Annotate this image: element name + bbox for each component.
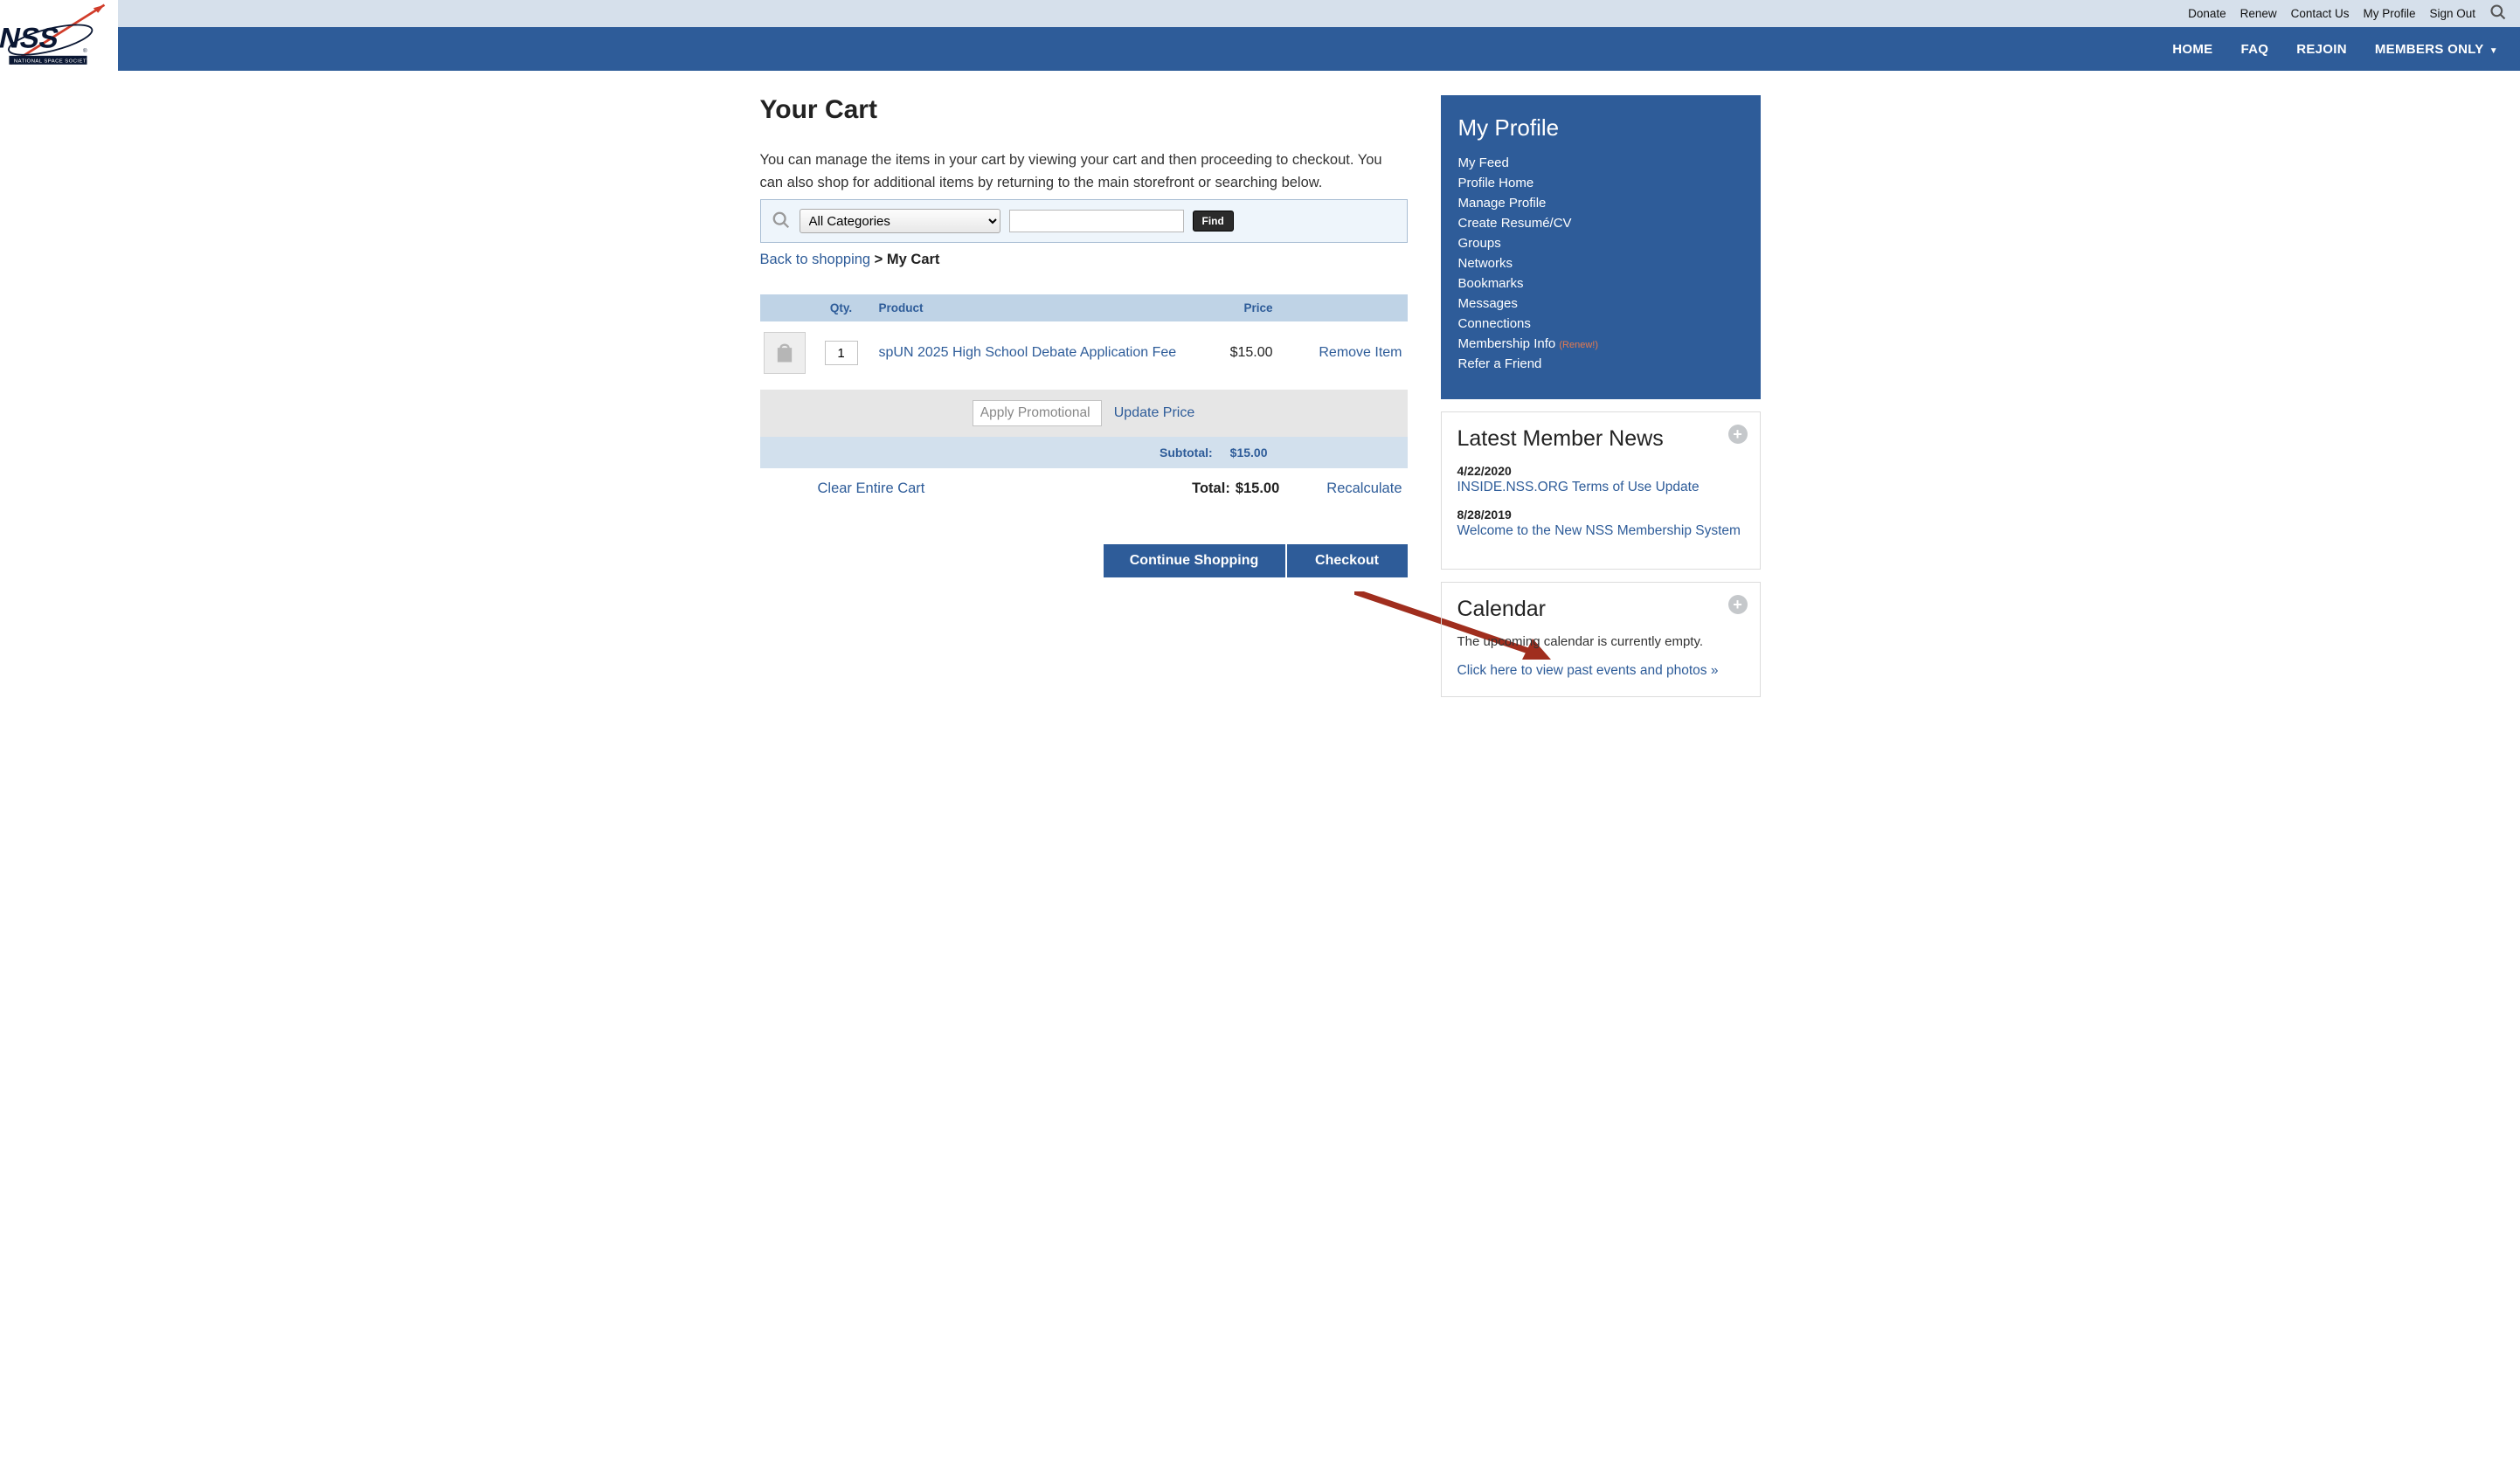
news-link[interactable]: INSIDE.NSS.ORG Terms of Use Update: [1457, 480, 1700, 494]
cart-item-row: spUN 2025 High School Debate Application…: [760, 321, 1408, 390]
search-icon[interactable]: [2489, 3, 2507, 24]
create-resume-link[interactable]: Create Resumé/CV: [1458, 216, 1572, 231]
svg-text:NATIONAL SPACE SOCIETY: NATIONAL SPACE SOCIETY: [14, 59, 90, 65]
nav-faq[interactable]: FAQ: [2240, 42, 2268, 57]
total-row: Clear Entire Cart Total: $15.00 Recalcul…: [760, 468, 1408, 509]
caret-down-icon: ▼: [2489, 46, 2498, 56]
promo-row: Update Price: [760, 390, 1408, 437]
checkout-button[interactable]: Checkout: [1287, 544, 1408, 577]
update-price-link[interactable]: Update Price: [1114, 405, 1195, 421]
utility-nav: Donate Renew Contact Us My Profile Sign …: [0, 0, 2520, 27]
page-title: Your Cart: [760, 95, 1408, 125]
renew-tag[interactable]: (Renew!): [1559, 340, 1598, 350]
messages-link[interactable]: Messages: [1458, 296, 1518, 311]
cart-header-row: Qty. Product Price: [760, 294, 1408, 321]
bookmarks-link[interactable]: Bookmarks: [1458, 276, 1524, 291]
donate-link[interactable]: Donate: [2188, 7, 2226, 20]
quantity-input[interactable]: [825, 341, 858, 365]
product-thumbnail: [764, 332, 806, 374]
my-profile-panel: My Profile My Feed Profile Home Manage P…: [1441, 95, 1761, 399]
clear-cart-link[interactable]: Clear Entire Cart: [818, 480, 925, 497]
total-value: $15.00: [1236, 480, 1279, 497]
recalculate-link[interactable]: Recalculate: [1326, 480, 1402, 497]
nss-logo[interactable]: NSS NATIONAL SPACE SOCIETY ®: [0, 0, 118, 75]
breadcrumb-separator: >: [870, 252, 887, 267]
product-name-link[interactable]: spUN 2025 High School Debate Application…: [879, 345, 1177, 360]
nav-rejoin[interactable]: REJOIN: [2296, 42, 2347, 57]
calendar-empty-text: The upcoming calendar is currently empty…: [1457, 634, 1744, 649]
subtotal-row: Subtotal: $15.00: [760, 437, 1408, 468]
nav-home[interactable]: HOME: [2172, 42, 2212, 57]
magnifier-icon: [772, 211, 791, 232]
contact-link[interactable]: Contact Us: [2291, 7, 2350, 20]
renew-link[interactable]: Renew: [2240, 7, 2277, 20]
cart-table: Qty. Product Price spUN 2025 High School…: [760, 294, 1408, 509]
header-product: Product: [872, 301, 1189, 314]
subtotal-value: $15.00: [1230, 446, 1268, 460]
profile-feed-link[interactable]: My Feed: [1458, 156, 1509, 170]
news-item: 8/28/2019 Welcome to the New NSS Members…: [1457, 508, 1744, 539]
calendar-panel: + Calendar The upcoming calendar is curr…: [1441, 582, 1761, 697]
breadcrumb-current: My Cart: [887, 252, 940, 267]
news-date: 8/28/2019: [1457, 508, 1744, 522]
back-to-shopping-link[interactable]: Back to shopping: [760, 252, 871, 267]
total-label: Total:: [1192, 480, 1230, 497]
search-input[interactable]: [1009, 210, 1184, 232]
item-price: $15.00: [1189, 345, 1285, 361]
profile-panel-title: My Profile: [1458, 114, 1743, 142]
remove-item-link[interactable]: Remove Item: [1319, 345, 1402, 360]
header-qty: Qty.: [811, 301, 872, 314]
storefront-search: All Categories Find: [760, 199, 1408, 243]
groups-link[interactable]: Groups: [1458, 236, 1501, 251]
calendar-panel-title: Calendar: [1457, 597, 1744, 622]
category-select[interactable]: All Categories: [800, 209, 1000, 233]
member-news-panel: + Latest Member News 4/22/2020 INSIDE.NS…: [1441, 411, 1761, 570]
manage-profile-link[interactable]: Manage Profile: [1458, 196, 1547, 211]
breadcrumb: Back to shopping > My Cart: [760, 252, 1408, 268]
continue-shopping-button[interactable]: Continue Shopping: [1104, 544, 1285, 577]
promo-code-input[interactable]: [973, 400, 1102, 426]
profile-home-link[interactable]: Profile Home: [1458, 176, 1534, 190]
subtotal-label: Subtotal:: [1160, 446, 1213, 460]
news-item: 4/22/2020 INSIDE.NSS.ORG Terms of Use Up…: [1457, 464, 1744, 495]
refer-friend-link[interactable]: Refer a Friend: [1458, 356, 1542, 371]
news-link[interactable]: Welcome to the New NSS Membership System: [1457, 523, 1741, 538]
news-panel-title: Latest Member News: [1457, 426, 1744, 452]
news-date: 4/22/2020: [1457, 464, 1744, 478]
find-button[interactable]: Find: [1193, 211, 1234, 232]
sign-out-link[interactable]: Sign Out: [2429, 7, 2475, 20]
header-price: Price: [1189, 301, 1285, 314]
networks-link[interactable]: Networks: [1458, 256, 1513, 271]
svg-text:®: ®: [83, 47, 87, 54]
main-nav: HOME FAQ REJOIN MEMBERS ONLY ▼: [0, 27, 2520, 71]
past-events-link[interactable]: Click here to view past events and photo…: [1457, 663, 1719, 678]
connections-link[interactable]: Connections: [1458, 316, 1531, 331]
plus-icon[interactable]: +: [1728, 595, 1748, 614]
nav-members-only[interactable]: MEMBERS ONLY ▼: [2375, 42, 2498, 57]
action-buttons: Continue Shopping Checkout: [760, 544, 1408, 577]
plus-icon[interactable]: +: [1728, 425, 1748, 444]
page-description: You can manage the items in your cart by…: [760, 149, 1408, 194]
my-profile-link[interactable]: My Profile: [2363, 7, 2415, 20]
membership-info-link[interactable]: Membership Info: [1458, 336, 1556, 351]
